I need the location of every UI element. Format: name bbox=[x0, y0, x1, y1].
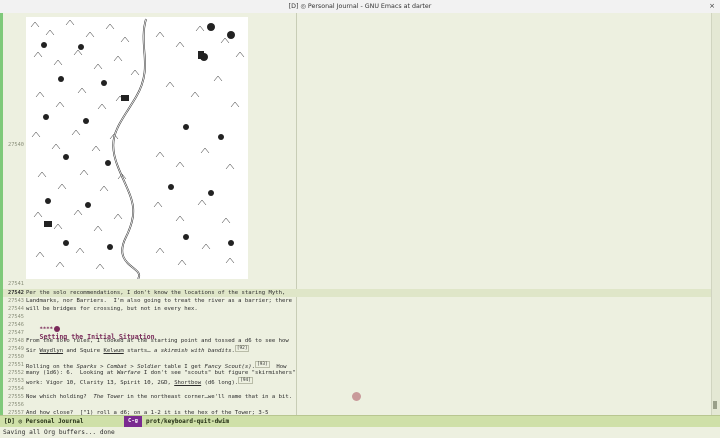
text-line[interactable]: work: Vigor 10, Clarity 13, Spirit 10, 2… bbox=[26, 377, 253, 386]
line-number: 27545 bbox=[8, 314, 24, 320]
keycast-key: C-g bbox=[124, 416, 142, 427]
window-title: [D] ◎ Personal Journal - GNU Emacs at da… bbox=[288, 3, 432, 10]
text-line[interactable]: many (1d6): 6. Looking at Warfare I don'… bbox=[26, 370, 295, 376]
keycast-command: prot/keyboard-quit-dwim bbox=[146, 418, 230, 425]
line-number: 27552 bbox=[8, 370, 24, 376]
line-number: 27541 bbox=[8, 281, 24, 287]
line-number: 27543 bbox=[8, 298, 24, 304]
text-span: table I get bbox=[160, 363, 205, 370]
line-number: 27547 bbox=[8, 330, 24, 336]
link-kelwum[interactable]: Kelwum bbox=[103, 348, 123, 354]
link-shortbow[interactable]: Shortbow bbox=[174, 380, 201, 386]
text-span: I don't see "scouts" but figure "skirmis… bbox=[140, 370, 296, 376]
text-span: in the northeast corner…we'll name that … bbox=[123, 394, 293, 400]
link-waydlyn[interactable]: Waydlyn bbox=[39, 348, 63, 354]
text-line[interactable]: Per the solo recommendations, I don't kn… bbox=[26, 290, 285, 296]
line-number: 27554 bbox=[8, 386, 24, 392]
text-span: starts… bbox=[123, 347, 155, 354]
footnote-ref[interactable]: [92] bbox=[234, 345, 250, 352]
title-bar: [D] ◎ Personal Journal - GNU Emacs at da… bbox=[0, 0, 720, 14]
line-number: 27548 bbox=[8, 338, 24, 344]
text-line[interactable]: Rolling on the Sparks > Combat > Soldier… bbox=[26, 361, 287, 370]
text-line[interactable]: will be bridges for crossing, but not in… bbox=[26, 306, 198, 312]
echo-area: Saving all Org buffers... done bbox=[3, 429, 115, 436]
text-span: work: Vigor 10, Clarity 13, Spirit 10, 2… bbox=[26, 379, 175, 386]
line-number: 27555 bbox=[8, 394, 24, 400]
left-fringe bbox=[0, 13, 3, 415]
text-span: Now which holding? bbox=[26, 394, 94, 400]
close-icon[interactable]: × bbox=[709, 2, 715, 10]
text-span: (d6 long). bbox=[201, 379, 239, 386]
mouse-pointer-indicator bbox=[352, 392, 361, 401]
scrollbar[interactable] bbox=[711, 13, 720, 415]
italic-span: Fancy Scout(s) bbox=[204, 363, 252, 370]
text-line[interactable]: Sir Waydlyn and Squire Kelwum starts… a … bbox=[26, 345, 250, 354]
hex-map-image bbox=[26, 17, 248, 279]
line-number: 27551 bbox=[8, 362, 24, 368]
fill-column-indicator bbox=[296, 13, 297, 415]
mode-line: [D] ◎ Personal Journal C-g prot/keyboard… bbox=[0, 415, 720, 427]
heading-bullet-icon bbox=[53, 326, 60, 332]
italic-span: Warfare bbox=[116, 370, 141, 376]
text-line[interactable]: Now which holding? The Tower in the nort… bbox=[26, 394, 292, 400]
text-span: Rolling on the bbox=[26, 363, 77, 370]
text-span: Sir bbox=[26, 347, 40, 354]
text-span: and Squire bbox=[63, 347, 104, 354]
footnote-ref[interactable]: [93] bbox=[255, 361, 270, 368]
line-number: 27553 bbox=[8, 378, 24, 384]
text-line[interactable]: From the solo rules, I looked at the sta… bbox=[26, 338, 289, 344]
line-number: 27540 bbox=[8, 142, 24, 148]
text-span: many (1d6): 6. Looking at bbox=[26, 370, 117, 376]
line-number: 27544 bbox=[8, 306, 24, 312]
line-number: 27549 bbox=[8, 346, 24, 352]
line-number: 27542 bbox=[8, 290, 24, 296]
text-span: How bbox=[269, 363, 287, 370]
mode-line-buffer-name: [D] ◎ Personal Journal bbox=[4, 418, 84, 425]
editor-frame: 27540 27541 27542 Per the solo recommend… bbox=[0, 13, 720, 415]
line-number: 27556 bbox=[8, 402, 24, 408]
italic-span: The Tower bbox=[93, 394, 124, 400]
line-number: 27546 bbox=[8, 322, 24, 328]
italic-span: Sparks > Combat > Soldier bbox=[76, 363, 161, 370]
line-number: 27550 bbox=[8, 354, 24, 360]
scrollbar-thumb[interactable] bbox=[713, 401, 717, 409]
italic-span: a skirmish with bandits bbox=[154, 347, 232, 354]
footnote-ref[interactable]: [94] bbox=[238, 377, 253, 384]
text-line[interactable]: Landmarks, nor Barriers. I'm also going … bbox=[26, 298, 292, 304]
